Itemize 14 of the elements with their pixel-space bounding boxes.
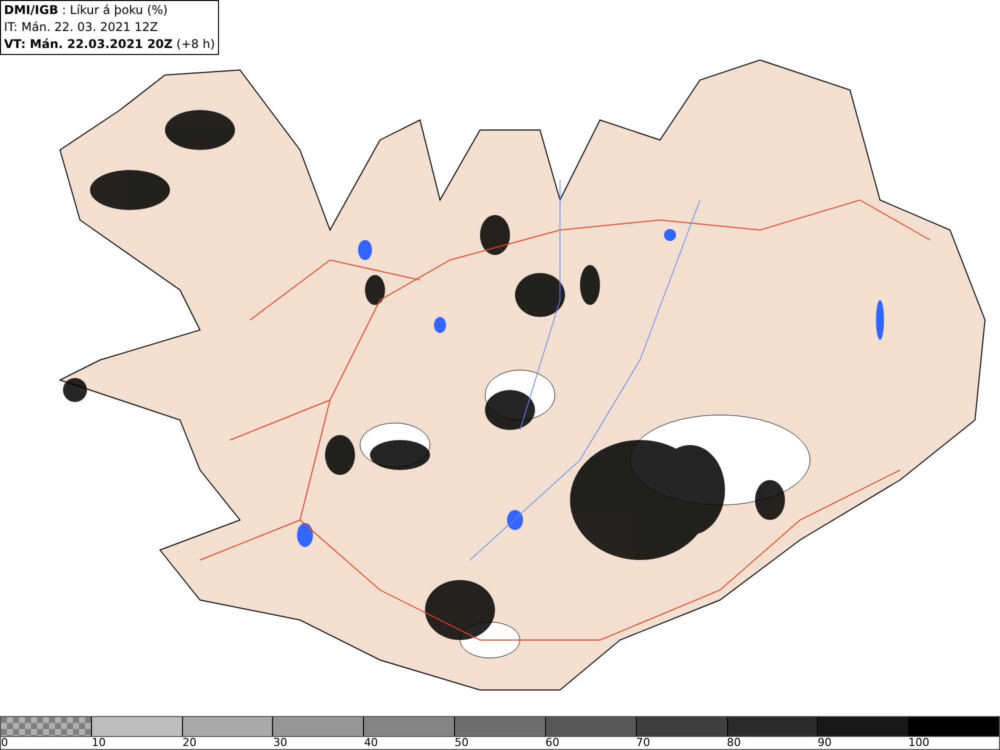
legend-label: 40: [364, 736, 378, 749]
legend-label: 70: [636, 736, 650, 749]
legend-label: 100: [908, 736, 930, 749]
legend-label: 10: [92, 736, 106, 749]
info-text: DMI/IGB : Líkur á þoku (%): [4, 2, 169, 19]
legend-label: 80: [726, 736, 741, 749]
legend-label: 0: [1, 736, 8, 749]
legend-label: 20: [182, 736, 196, 749]
legend-label: 60: [545, 736, 560, 749]
legend-label: 90: [818, 736, 832, 749]
info-text: VT: Mán. 22.03.2021 20Z (+8 h): [4, 36, 215, 53]
info-text: IT: Mán. 22. 03. 2021 12Z: [4, 19, 159, 36]
legend-label: 50: [454, 736, 469, 749]
legend-label: 30: [273, 736, 288, 749]
